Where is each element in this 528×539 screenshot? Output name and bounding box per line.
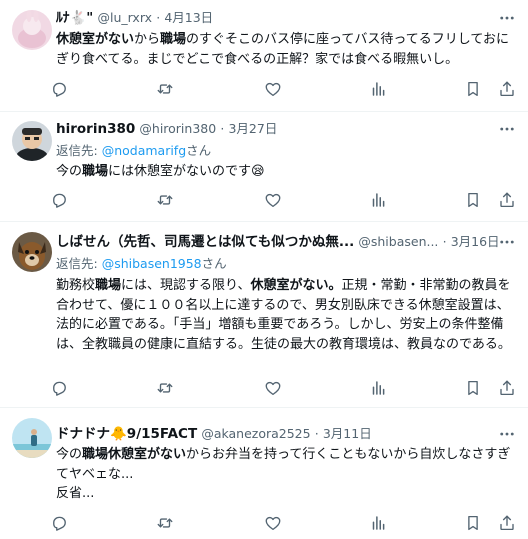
tweet-text-segment: には、現認する限り、 [121,278,251,293]
tweet-item[interactable]: ドナドナ🐥9/15FACT @akanezora2525 · 3月11日 今の職… [0,408,528,539]
heart-icon[interactable] [264,80,282,98]
tweet-item[interactable]: しばせん（先哲、司馬遷とは似ても似つかぬ無... @shibasen... · … [0,222,528,407]
reply-icon[interactable] [50,514,68,532]
bookmark-icon[interactable] [464,191,482,209]
user-handle[interactable]: @akanezora2525 [201,426,310,441]
reply-icon[interactable] [50,191,68,209]
heart-icon[interactable] [264,514,282,532]
avatar[interactable] [12,418,52,458]
display-name[interactable]: ﾙﾅ🐇" [56,10,93,26]
highlighted-keyword: 職場 [82,164,109,179]
retweet-icon[interactable] [156,80,174,98]
reply-mention-link[interactable]: @nodamarifg [102,143,186,158]
heart-icon[interactable] [264,379,282,397]
tweet-text-segment: 反省... [56,486,95,501]
retweet-icon[interactable] [156,514,174,532]
more-icon[interactable] [498,120,516,136]
tweet-text: 今の職場には休憩室がないのです😪 [56,162,514,182]
action-bar [50,379,516,397]
heart-icon[interactable] [264,191,282,209]
reply-context: 返信先: @shibasen1958さん [56,256,227,271]
reply-icon[interactable] [50,379,68,397]
analytics-icon[interactable] [369,80,387,98]
tweet-text-segment: 勤務校 [56,278,96,293]
retweet-icon[interactable] [156,191,174,209]
tweet-date[interactable]: 3月11日 [323,426,372,441]
action-bar [50,191,516,209]
share-icon[interactable] [498,191,516,209]
analytics-icon[interactable] [369,514,387,532]
tweet-text: 勤務校職場には、現認する限り、休憩室がない。正規・常勤・非常勤の教員を合わせて、… [56,276,514,354]
highlighted-keyword: 職場休憩室がない [82,447,187,462]
action-bar [50,514,516,532]
display-name[interactable]: ドナドナ🐥9/15FACT [56,426,197,442]
share-icon[interactable] [498,514,516,532]
tweet-text-segment: には休憩室がないのです😪 [108,164,265,179]
bookmark-icon[interactable] [464,514,482,532]
avatar[interactable] [12,121,52,161]
user-handle[interactable]: @shibasen... [358,234,438,249]
user-handle[interactable]: @hirorin380 [139,121,216,136]
display-name[interactable]: しばせん（先哲、司馬遷とは似ても似つかぬ無... [56,234,354,250]
tweet-header: しばせん（先哲、司馬遷とは似ても似つかぬ無... @shibasen... · … [56,234,500,250]
tweet-text: 今の職場休憩室がないからお弁当を持って行くこともないから自炊しなさすぎてヤベェな… [56,445,514,504]
tweet-text-segment: 今の [56,164,83,179]
tweet-header: ドナドナ🐥9/15FACT @akanezora2525 · 3月11日 [56,426,372,442]
highlighted-keyword: 職場 [160,32,187,47]
analytics-icon[interactable] [369,191,387,209]
tweet-text: 休憩室がないから職場のすぐそこのバス停に座ってバス待ってるフリしておにぎり食べて… [56,30,514,69]
tweet-header: ﾙﾅ🐇" @lu_rxrx · 4月13日 [56,10,214,26]
more-icon[interactable] [498,9,516,25]
action-bar [50,80,516,98]
tweet-item[interactable]: hirorin380 @hirorin380 · 3月27日 返信先: @nod… [0,112,528,221]
highlighted-keyword: 休憩室がない。 [250,278,342,293]
tweet-text-segment: 今の [56,447,83,462]
share-icon[interactable] [498,80,516,98]
tweet-text-segment: から [134,32,161,47]
reply-mention-link[interactable]: @shibasen1958 [102,256,202,271]
reply-context: 返信先: @nodamarifgさん [56,143,212,158]
more-icon[interactable] [498,425,516,441]
tweet-date[interactable]: 3月16日 [451,234,500,249]
tweet-header: hirorin380 @hirorin380 · 3月27日 [56,121,278,137]
bookmark-icon[interactable] [464,80,482,98]
share-icon[interactable] [498,379,516,397]
bookmark-icon[interactable] [464,379,482,397]
tweet-item[interactable]: ﾙﾅ🐇" @lu_rxrx · 4月13日 休憩室がないから職場のすぐそこのバス… [0,0,528,111]
avatar[interactable] [12,232,52,272]
analytics-icon[interactable] [369,379,387,397]
reply-icon[interactable] [50,80,68,98]
highlighted-keyword: 休憩室がない [56,32,135,47]
highlighted-keyword: 職場 [95,278,122,293]
display-name[interactable]: hirorin380 [56,121,135,137]
avatar[interactable] [12,10,52,50]
tweet-date[interactable]: 4月13日 [164,10,213,25]
user-handle[interactable]: @lu_rxrx [97,10,152,25]
retweet-icon[interactable] [156,379,174,397]
more-icon[interactable] [498,233,516,249]
tweet-date[interactable]: 3月27日 [228,121,277,136]
